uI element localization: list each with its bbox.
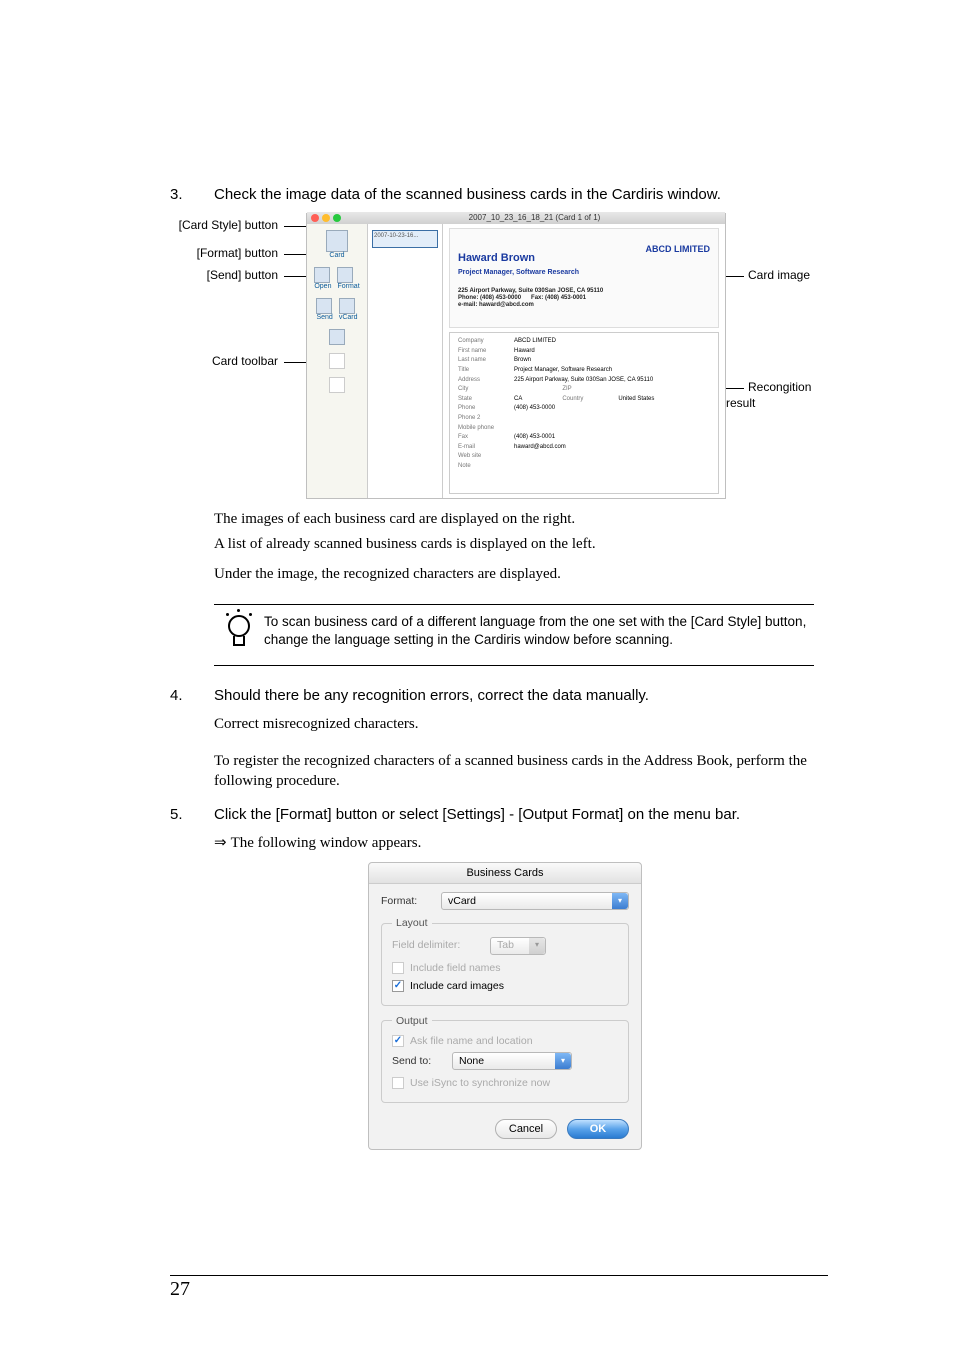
list-item[interactable]: 2007-10-23-16... [372, 230, 438, 248]
lightbulb-icon [224, 615, 254, 655]
rotate-icon[interactable] [329, 329, 345, 345]
isync-checkbox: Use iSync to synchronize now [392, 1076, 618, 1090]
page-number: 27 [170, 1278, 190, 1300]
card-toolbar: Card Open Format Send [307, 214, 367, 498]
open-label: Open [314, 283, 331, 290]
card-company: ABCD LIMITED [646, 243, 711, 255]
field-delim-label: Field delimiter: [392, 938, 482, 952]
business-cards-dialog: Business Cards Format: vCard ▾ Layout Fi… [368, 862, 642, 1151]
format-icon[interactable] [337, 267, 353, 283]
card-style-icon[interactable] [326, 230, 348, 252]
send-label: Send [316, 314, 332, 321]
select-arrow-icon: ▾ [555, 1053, 571, 1069]
callout-send: [Send] button [207, 267, 306, 283]
vcard-label: vCard [339, 314, 358, 321]
checkbox-icon [392, 1035, 404, 1047]
vcard-icon[interactable] [339, 298, 355, 314]
step3-heading: Check the image data of the scanned busi… [214, 185, 814, 205]
select-arrow-icon: ▾ [612, 893, 628, 909]
ask-file-checkbox: Ask file name and location [392, 1034, 618, 1048]
cancel-button[interactable]: Cancel [495, 1119, 557, 1139]
card-title: Project Manager, Software Research [458, 268, 710, 277]
arrows-icon[interactable] [329, 353, 345, 369]
step3-body3: Under the image, the recognized characte… [214, 564, 814, 584]
tip-box: To scan business card of a different lan… [214, 604, 814, 666]
recognition-result: CompanyABCD LIMITED First nameHaward Las… [449, 332, 719, 494]
include-images-checkbox[interactable]: Include card images [392, 979, 618, 993]
callout-card-style: [Card Style] button [179, 217, 306, 233]
checkbox-icon [392, 980, 404, 992]
field-delim-select: Tab ▾ [490, 937, 546, 955]
magnify-icon[interactable] [329, 377, 345, 393]
step4-body2: To register the recognized characters of… [214, 751, 814, 792]
step3-body2: A list of already scanned business cards… [214, 534, 814, 554]
scanned-list: 2007-10-23-16... [367, 214, 443, 498]
close-dot-icon [311, 214, 319, 222]
output-legend: Output [392, 1014, 432, 1028]
cardiris-figure: [Card Style] button [Format] button [Sen… [170, 213, 814, 499]
card-address: 225 Airport Parkway, Suite 030San JOSE, … [458, 288, 710, 295]
step5-arrow-text: The following window appears. [231, 833, 422, 853]
card-style-label: Card [326, 252, 348, 259]
step4-body1: Correct misrecognized characters. [214, 714, 814, 734]
tip-text: To scan business card of a different lan… [264, 613, 810, 649]
card-fax: Fax: (408) 453-0001 [531, 295, 586, 301]
min-dot-icon [322, 214, 330, 222]
step4-heading: Should there be any recognition errors, … [214, 686, 814, 706]
sendto-select[interactable]: None ▾ [452, 1052, 572, 1070]
step-number: 5. [170, 805, 214, 825]
arrow-icon: ⇒ [214, 833, 227, 853]
callout-recognition: Recongition result [726, 379, 814, 411]
step-number: 3. [170, 185, 214, 205]
dialog-title: Business Cards [369, 863, 641, 885]
window-title: 2007_10_23_16_18_21 (Card 1 of 1) [469, 213, 601, 224]
layout-legend: Layout [392, 916, 432, 930]
callout-toolbar: Card toolbar [212, 353, 306, 369]
step5-heading: Click the [Format] button or select [Set… [214, 805, 814, 825]
zoom-dot-icon [333, 214, 341, 222]
select-arrow-icon: ▾ [529, 938, 545, 954]
include-fields-checkbox: Include field names [392, 961, 618, 975]
checkbox-icon [392, 962, 404, 974]
ok-button[interactable]: OK [567, 1119, 629, 1139]
open-icon[interactable] [314, 267, 330, 283]
card-image: ABCD LIMITED Haward Brown Project Manage… [449, 228, 719, 328]
format-label: Format: [381, 894, 433, 908]
step3-body1: The images of each business card are dis… [214, 509, 814, 529]
callout-format: [Format] button [197, 245, 306, 261]
card-phone: Phone: (408) 453-0000 [458, 295, 521, 301]
format-label: Format [337, 283, 359, 290]
sendto-label: Send to: [392, 1054, 444, 1068]
format-select[interactable]: vCard ▾ [441, 892, 629, 910]
step-number: 4. [170, 686, 214, 706]
checkbox-icon [392, 1077, 404, 1089]
send-icon[interactable] [316, 298, 332, 314]
cardiris-window: 2007_10_23_16_18_21 (Card 1 of 1) Card O… [306, 213, 726, 499]
callout-card-image: Card image [726, 267, 810, 283]
card-email: e-mail: haward@abcd.com [458, 302, 710, 309]
